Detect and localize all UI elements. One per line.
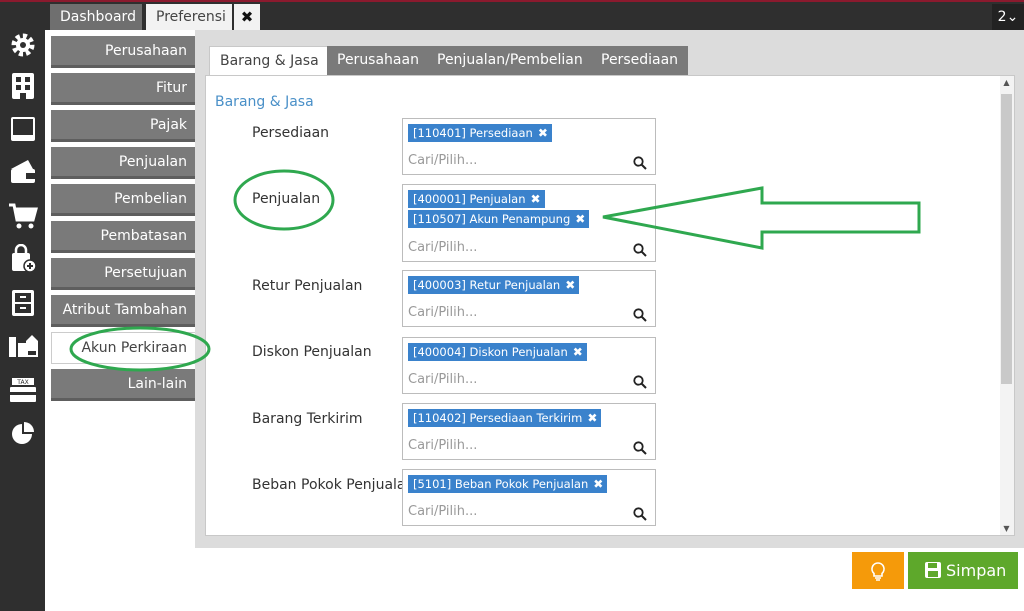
search-input[interactable]: Cari/Pilih... (408, 240, 477, 255)
nav-item-atribut-tambahan[interactable]: Atribut Tambahan (51, 295, 195, 327)
section-title: Barang & Jasa (215, 94, 314, 110)
field-label: Retur Penjualan (252, 278, 363, 294)
save-button-label: Simpan (946, 561, 1007, 580)
remove-tag-icon[interactable]: ✖ (538, 126, 548, 140)
selected-account-tag: [5101] Beban Pokok Penjualan ✖ (408, 475, 608, 493)
selected-account-tag: [110401] Persediaan ✖ (408, 124, 552, 142)
tag-label: [400003] Retur Penjualan (413, 278, 561, 292)
form-panel: Barang & Jasa ▲ ▼ Persediaan [110401] Per… (205, 75, 1015, 536)
close-tab-icon[interactable]: ✖ (234, 4, 260, 31)
cart-icon[interactable] (8, 201, 38, 231)
gear-icon[interactable] (8, 30, 38, 60)
remove-tag-icon[interactable]: ✖ (575, 212, 585, 226)
save-button[interactable]: Simpan (908, 552, 1018, 589)
selected-account-tag: [400003] Retur Penjualan ✖ (408, 276, 580, 294)
selected-account-tag: [110402] Persediaan Terkirim ✖ (408, 409, 602, 427)
bag-add-icon[interactable] (8, 244, 38, 274)
preference-nav: Perusahaan Fitur Pajak Penjualan Pembelian Pe… (45, 30, 195, 611)
field-label: Barang Terkirim (252, 411, 363, 427)
nav-item-fitur[interactable]: Fitur (51, 73, 195, 105)
icon-sidebar: TAX (0, 30, 45, 611)
pie-chart-icon[interactable] (8, 418, 38, 448)
account-multiselect[interactable]: [110401] Persediaan ✖ Cari/Pilih... (402, 118, 656, 175)
top-tab-bar: Dashboard Preferensi ✖ 2⌄ (0, 0, 1024, 31)
tag-label: [5101] Beban Pokok Penjualan (413, 477, 589, 491)
search-input[interactable]: Cari/Pilih... (408, 438, 477, 453)
search-icon[interactable] (633, 375, 647, 389)
search-input[interactable]: Cari/Pilih... (408, 305, 477, 320)
tab-dashboard[interactable]: Dashboard (50, 4, 142, 31)
tax-icon[interactable]: TAX (8, 375, 38, 405)
field-label: Persediaan (252, 125, 330, 141)
account-multiselect[interactable]: [400004] Diskon Penjualan ✖ Cari/Pilih... (402, 337, 656, 394)
scroll-down-icon[interactable]: ▼ (1001, 524, 1012, 533)
search-input[interactable]: Cari/Pilih... (408, 372, 477, 387)
search-icon[interactable] (633, 156, 647, 170)
remove-tag-icon[interactable]: ✖ (573, 345, 583, 359)
account-multiselect[interactable]: [400001] Penjualan ✖ [110507] Akun Penampu… (402, 184, 656, 262)
nav-item-akun-perkiraan[interactable]: Akun Perkiraan (51, 332, 195, 364)
search-icon[interactable] (633, 441, 647, 455)
selected-account-tag: [400001] Penjualan ✖ (408, 190, 545, 208)
search-icon[interactable] (633, 243, 647, 257)
hint-button[interactable] (852, 552, 904, 589)
search-input[interactable]: Cari/Pilih... (408, 504, 477, 519)
tag-label: [400004] Diskon Penjualan (413, 345, 568, 359)
field-label: Diskon Penjualan (252, 344, 372, 360)
remove-tag-icon[interactable]: ✖ (587, 411, 597, 425)
nav-item-pembelian[interactable]: Pembelian (51, 184, 195, 216)
tab-perusahaan[interactable]: Perusahaan (327, 46, 429, 75)
field-label: Beban Pokok Penjualan (252, 477, 415, 493)
preference-content: Barang & Jasa Perusahaan Penjualan/Pembe… (195, 30, 1024, 548)
scroll-up-icon[interactable]: ▲ (1001, 78, 1012, 87)
search-icon[interactable] (633, 308, 647, 322)
lightbulb-icon (871, 562, 885, 581)
scrollbar-thumb[interactable] (1001, 94, 1012, 384)
city-icon[interactable] (8, 331, 38, 361)
tag-label: [110507] Akun Penampung (413, 212, 571, 226)
building-icon[interactable] (8, 71, 38, 101)
selected-account-tag: [110507] Akun Penampung ✖ (408, 210, 590, 228)
nav-item-pembatasan[interactable]: Pembatasan (51, 221, 195, 253)
nav-item-pajak[interactable]: Pajak (51, 110, 195, 142)
account-multiselect[interactable]: [400003] Retur Penjualan ✖ Cari/Pilih... (402, 270, 656, 327)
tab-preferensi[interactable]: Preferensi (146, 4, 232, 31)
search-input[interactable]: Cari/Pilih... (408, 153, 477, 168)
tag-label: [110402] Persediaan Terkirim (413, 411, 583, 425)
nav-item-perusahaan[interactable]: Perusahaan (51, 36, 195, 68)
tab-penjualan-pembelian[interactable]: Penjualan/Pembelian (427, 46, 593, 75)
tag-label: [110401] Persediaan (413, 126, 533, 140)
field-label: Penjualan (252, 191, 321, 207)
nav-item-penjualan[interactable]: Penjualan (51, 147, 195, 179)
window-count-dropdown[interactable]: 2⌄ (992, 4, 1024, 31)
floppy-disk-icon (925, 562, 941, 578)
nav-item-persetujuan[interactable]: Persetujuan (51, 258, 195, 290)
book-icon[interactable] (8, 114, 38, 144)
remove-tag-icon[interactable]: ✖ (530, 192, 540, 206)
search-icon[interactable] (633, 507, 647, 521)
remove-tag-icon[interactable]: ✖ (565, 278, 575, 292)
svg-text:TAX: TAX (16, 379, 28, 386)
nav-item-lain-lain[interactable]: Lain-lain (51, 369, 195, 401)
account-multiselect[interactable]: [110402] Persediaan Terkirim ✖ Cari/Pilih.… (402, 403, 656, 460)
account-multiselect[interactable]: [5101] Beban Pokok Penjualan ✖ Cari/Pilih.… (402, 469, 656, 526)
tag-label: [400001] Penjualan (413, 192, 526, 206)
scrollbar[interactable]: ▲ ▼ (1000, 76, 1014, 535)
tab-barang-jasa[interactable]: Barang & Jasa (209, 46, 330, 76)
remove-tag-icon[interactable]: ✖ (593, 477, 603, 491)
cabinet-icon[interactable] (8, 288, 38, 318)
wallet-icon[interactable] (8, 157, 38, 187)
selected-account-tag: [400004] Diskon Penjualan ✖ (408, 343, 587, 361)
tab-persediaan[interactable]: Persediaan (591, 46, 689, 75)
